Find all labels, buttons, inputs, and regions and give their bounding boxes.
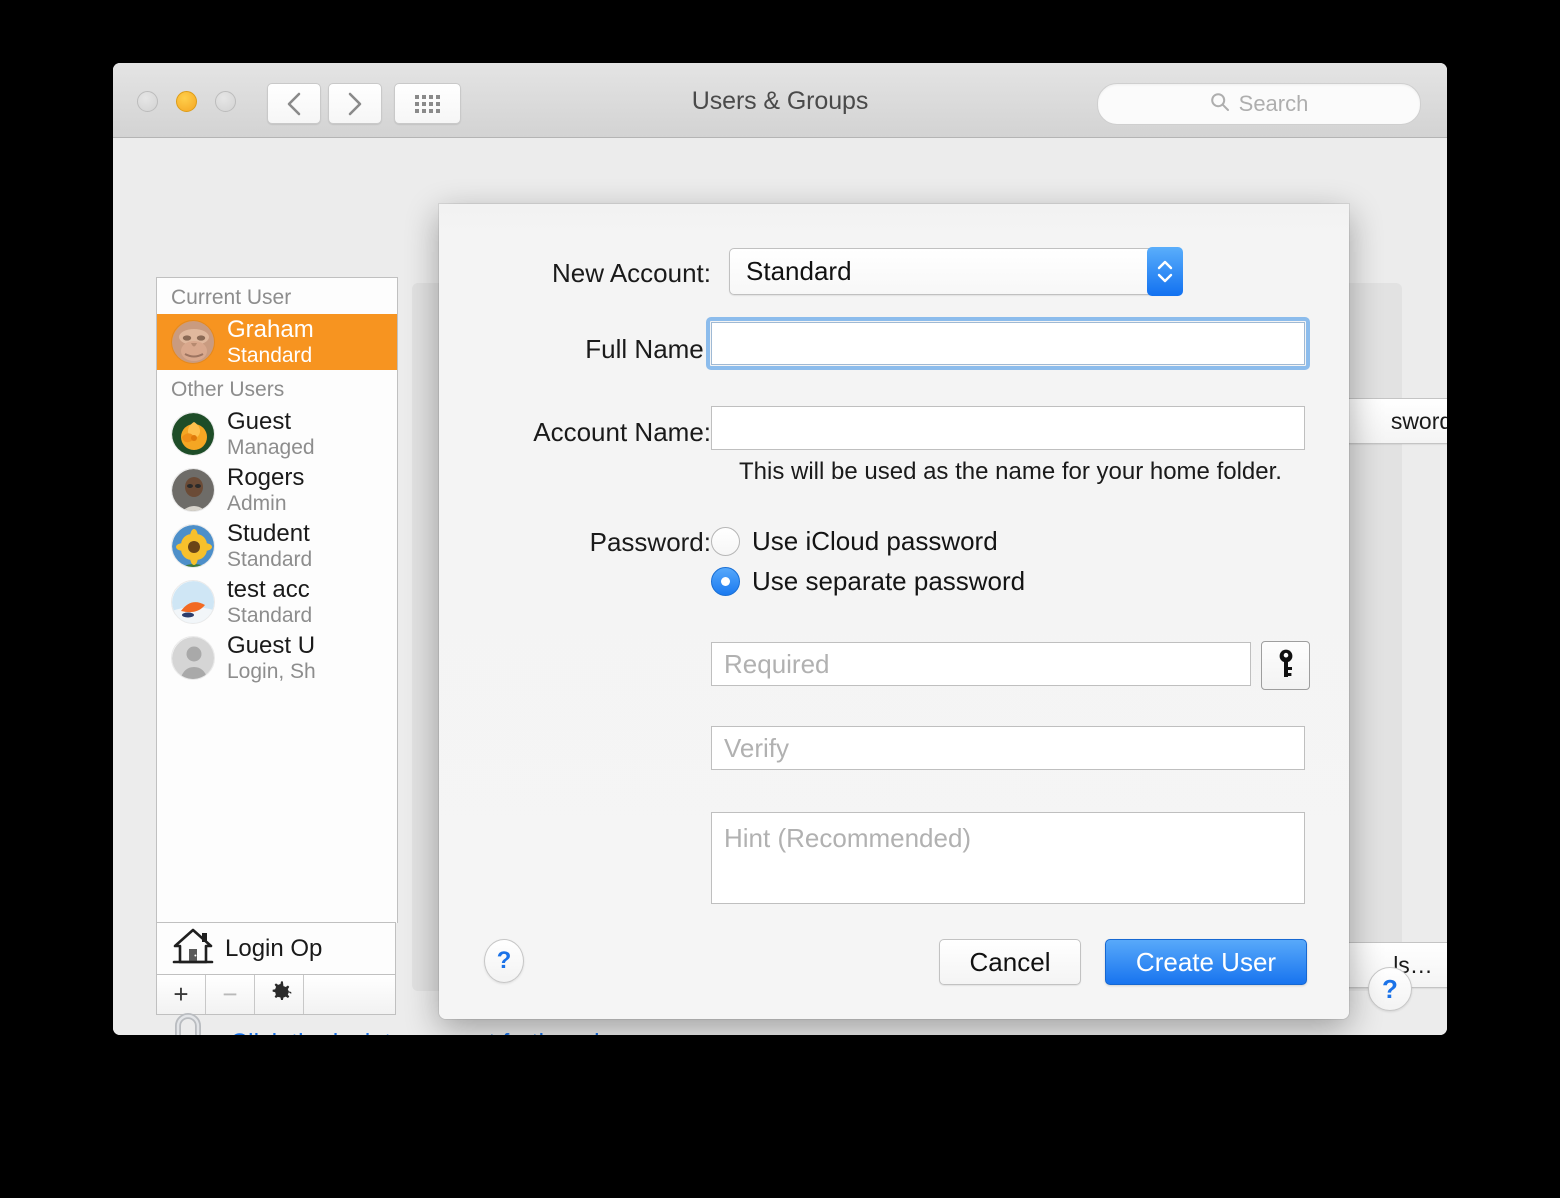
new-account-sheet: New Account: Standard Full Name: Account…	[439, 204, 1349, 1019]
user-text: Guest Managed	[227, 409, 315, 459]
radio-icloud-indicator[interactable]	[711, 527, 740, 556]
user-text: Graham Standard	[227, 317, 314, 367]
account-name-label: Account Name:	[533, 417, 711, 447]
window-titlebar: Users & Groups Search	[113, 63, 1447, 138]
new-account-popup-button[interactable]: Standard	[729, 247, 1183, 296]
radio-use-icloud-password[interactable]: Use iCloud password	[711, 526, 998, 557]
user-role: Standard	[227, 603, 313, 627]
user-name: Guest U	[227, 632, 316, 659]
help-button[interactable]: ?	[1368, 967, 1412, 1011]
unlocked-padlock-icon[interactable]	[148, 1008, 210, 1035]
password-assistant-button[interactable]	[1261, 641, 1310, 690]
group-header-other-users: Other Users	[171, 378, 285, 401]
user-row-guest[interactable]: Guest Managed	[157, 406, 397, 462]
new-account-row: New Account: Standard	[521, 247, 1281, 296]
user-name: Graham	[227, 316, 314, 343]
user-name: Rogers	[227, 464, 305, 491]
cancel-button[interactable]: Cancel	[939, 939, 1081, 985]
user-name: Guest	[227, 408, 292, 435]
house-icon	[171, 927, 215, 970]
user-text: Rogers Admin	[227, 465, 304, 515]
user-name: test acc	[227, 576, 310, 603]
user-text: Student Standard	[227, 521, 312, 571]
new-account-label: New Account:	[552, 258, 711, 288]
lock-message[interactable]: Click the lock to prevent further change…	[230, 1029, 683, 1035]
search-icon	[1210, 92, 1230, 117]
avatar	[171, 468, 215, 512]
system-preferences-window: Users & Groups Search sword… ls… Current…	[113, 63, 1447, 1035]
user-role: Standard	[227, 343, 313, 367]
user-list: Current User Graham Standard Other Users…	[156, 277, 398, 923]
avatar	[171, 636, 215, 680]
full-name-input[interactable]	[711, 322, 1305, 365]
key-icon	[1275, 648, 1297, 683]
user-role: Login, Sh	[227, 659, 316, 683]
user-text: Guest U Login, Sh	[227, 633, 316, 683]
avatar	[171, 320, 215, 364]
hint-placeholder: Hint (Recommended)	[724, 823, 972, 853]
avatar	[171, 412, 215, 456]
new-account-value: Standard	[746, 256, 852, 286]
user-row-graham[interactable]: Graham Standard	[157, 314, 397, 370]
verify-password-input[interactable]: Verify	[711, 726, 1305, 770]
group-header-current-user: Current User	[171, 286, 292, 309]
verify-placeholder: Verify	[724, 732, 790, 763]
radio-icloud-label: Use iCloud password	[752, 526, 998, 556]
radio-use-separate-password[interactable]: Use separate password	[711, 566, 1025, 597]
sheet-help-button[interactable]: ?	[484, 939, 524, 983]
popup-stepper-icon[interactable]	[1147, 247, 1183, 296]
user-row-student[interactable]: Student Standard	[157, 518, 397, 574]
account-name-input[interactable]	[711, 406, 1305, 450]
password-hint-textarea[interactable]: Hint (Recommended)	[711, 812, 1305, 904]
password-placeholder: Required	[724, 648, 830, 679]
password-label: Password:	[589, 527, 711, 557]
full-name-label: Full Name:	[585, 334, 711, 364]
search-field[interactable]: Search	[1097, 83, 1421, 125]
user-row-rogers[interactable]: Rogers Admin	[157, 462, 397, 518]
user-text: test acc Standard	[227, 577, 312, 627]
account-name-helper-text: This will be used as the name for your h…	[739, 458, 1282, 485]
user-row-guest-user[interactable]: Guest U Login, Sh	[157, 630, 397, 686]
create-user-button[interactable]: Create User	[1105, 939, 1307, 985]
user-role: Admin	[227, 491, 287, 515]
login-options-label: Login Op	[225, 934, 323, 962]
login-options-row[interactable]: Login Op	[156, 922, 396, 974]
radio-separate-label: Use separate password	[752, 566, 1026, 596]
search-placeholder: Search	[1238, 91, 1309, 116]
user-role: Standard	[227, 547, 313, 571]
radio-separate-indicator[interactable]	[711, 567, 740, 596]
user-role: Managed	[227, 435, 315, 459]
user-name: Student	[227, 520, 310, 547]
avatar	[171, 580, 215, 624]
password-input[interactable]: Required	[711, 642, 1251, 686]
avatar	[171, 524, 215, 568]
gear-icon	[266, 978, 293, 1012]
user-row-test-acc[interactable]: test acc Standard	[157, 574, 397, 630]
